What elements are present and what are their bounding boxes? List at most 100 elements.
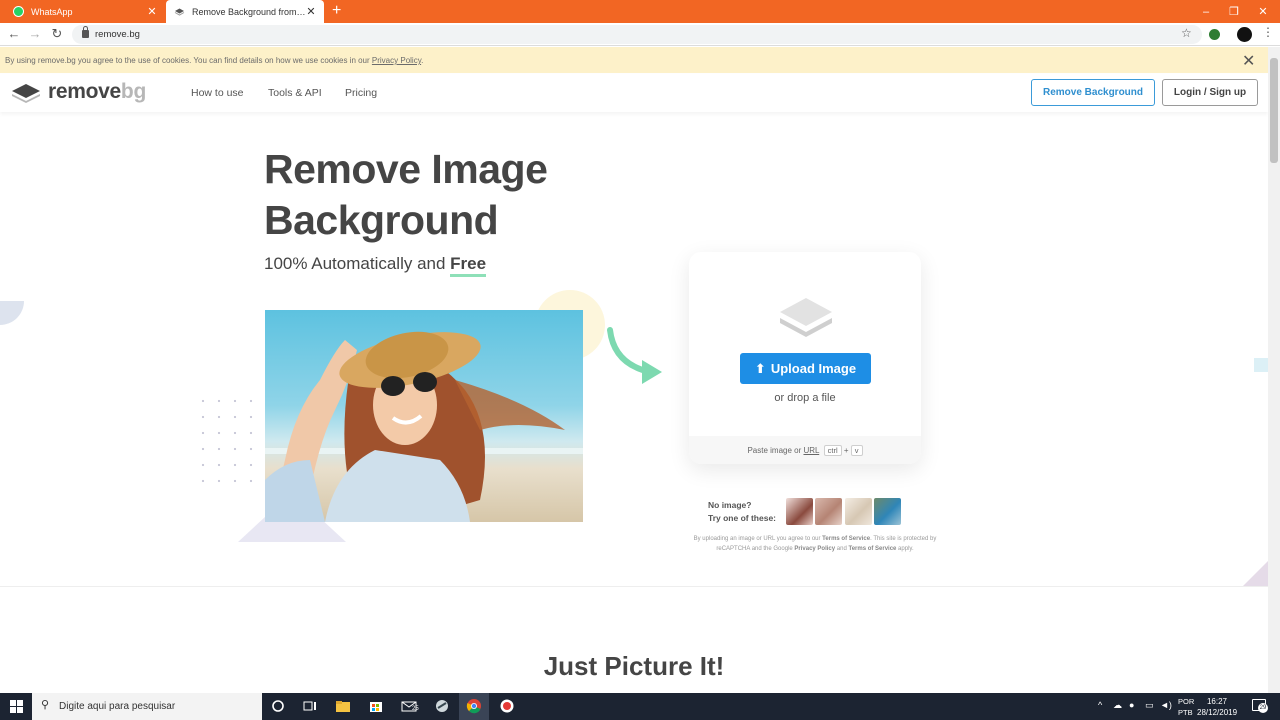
title-line-1: Remove Image (264, 146, 548, 192)
nav-tools-api[interactable]: Tools & API (268, 87, 322, 99)
minimize-button[interactable]: – (1191, 0, 1221, 23)
try-these-text: Try one of these: (708, 513, 777, 523)
legal-notice: By uploading an image or URL you agree t… (686, 535, 944, 554)
windows-taskbar: ⚲ Digite aqui para pesquisar 25 ^ ☁ ● ▭ … (0, 693, 1280, 720)
forward-arrow-icon[interactable]: → (26, 25, 44, 43)
extension-icon[interactable] (1209, 29, 1220, 40)
close-window-button[interactable]: ✕ (1248, 0, 1278, 23)
key-ctrl: ctrl (823, 445, 842, 456)
key-plus: + (843, 446, 849, 455)
nav-pricing[interactable]: Pricing (345, 87, 377, 99)
removebg-icon (174, 6, 185, 17)
profile-avatar[interactable] (1237, 27, 1252, 42)
paste-url-link[interactable]: URL (803, 446, 819, 455)
page-title: Remove Image Background (264, 144, 548, 246)
subtitle-emphasis: Free (450, 254, 487, 277)
layers-icon (780, 298, 832, 337)
section-divider (0, 586, 1268, 587)
back-arrow-icon[interactable]: ← (5, 25, 23, 43)
hero-example-photo (265, 310, 583, 522)
microphone-icon[interactable]: ● (1129, 700, 1134, 710)
legal-text: and (835, 545, 849, 552)
scrollbar-thumb[interactable] (1270, 58, 1278, 163)
bookmark-star-icon[interactable]: ☆ (1181, 26, 1192, 40)
logo-remove: remove (48, 80, 121, 103)
cortana-icon[interactable] (270, 698, 286, 714)
sample-thumbnail-2[interactable] (815, 498, 842, 525)
cookie-text: By using remove.bg you agree to the use … (5, 56, 423, 65)
decor-dots (195, 393, 260, 488)
notification-count: 29 (1258, 703, 1268, 713)
tab-title: WhatsApp (31, 6, 73, 17)
decor-shape (0, 301, 24, 325)
subtitle-text: 100% Automatically and (264, 254, 451, 273)
close-cookie-icon[interactable]: ✕ (1242, 51, 1255, 71)
search-icon: ⚲ (41, 699, 50, 711)
tray-chevron-icon[interactable]: ^ (1098, 700, 1102, 710)
record-icon[interactable] (499, 698, 515, 714)
clock-time: 16:27 (1206, 697, 1228, 706)
lock-icon (82, 26, 89, 38)
logo-bg: bg (120, 80, 146, 103)
windows-start-icon[interactable] (10, 700, 23, 713)
address-bar: ← → ↻ remove.bg (0, 23, 1280, 46)
maximize-button[interactable]: ❐ (1219, 0, 1249, 23)
upload-card[interactable]: ⬆ Upload Image or drop a file Paste imag… (689, 252, 921, 464)
site-navbar: removebg How to use Tools & API Pricing … (0, 74, 1268, 112)
removebg-logo-icon[interactable] (11, 83, 41, 103)
paste-hint: Paste image or URL ctrl + v (689, 445, 921, 456)
privacy-link[interactable]: Privacy Policy (794, 546, 835, 552)
remove-background-button[interactable]: Remove Background (1031, 79, 1155, 106)
tab-close-icon[interactable]: ✕ (147, 5, 157, 18)
menu-kebab-icon[interactable]: ⋮ (1262, 25, 1274, 39)
upload-image-button[interactable]: ⬆ Upload Image (740, 353, 871, 384)
language-indicator[interactable]: POR PTB (1178, 696, 1194, 718)
cookie-message: By using remove.bg you agree to the use … (5, 56, 372, 65)
search-placeholder: Digite aqui para pesquisar (59, 701, 176, 712)
woman-photo-illustration (265, 331, 583, 522)
tab-close-icon[interactable]: ✕ (306, 5, 316, 18)
no-image-text: No image? (708, 500, 752, 510)
sample-thumbnail-4[interactable] (874, 498, 901, 525)
clock-date: 28/12/2019 (1197, 708, 1238, 717)
mail-badge: 25 (412, 706, 419, 712)
hero-subtitle: 100% Automatically and Free (264, 254, 487, 277)
paste-text: Paste image or (747, 446, 804, 455)
new-tab-button[interactable]: + (332, 2, 341, 20)
onedrive-icon[interactable]: ☁ (1113, 700, 1122, 711)
reload-icon[interactable]: ↻ (48, 25, 66, 43)
app-icon[interactable] (434, 698, 450, 714)
key-v: v (850, 445, 863, 456)
arrow-icon (607, 327, 662, 384)
legal-text: apply. (896, 545, 914, 552)
legal-text: By uploading an image or URL you agree t… (693, 536, 823, 542)
login-signup-button[interactable]: Login / Sign up (1162, 79, 1258, 106)
drop-file-text: or drop a file (774, 392, 836, 404)
terms-link[interactable]: Terms of Service (822, 536, 870, 542)
network-icon[interactable]: ▭ (1145, 700, 1154, 711)
whatsapp-icon (13, 6, 24, 17)
nav-how-to-use[interactable]: How to use (191, 87, 244, 99)
chrome-icon[interactable] (466, 698, 482, 714)
system-clock[interactable]: 16:27 28/12/2019 (1197, 696, 1237, 718)
logo-wordmark[interactable]: removebg (48, 80, 146, 104)
task-view-icon[interactable] (302, 698, 318, 714)
decor-triangle (1243, 561, 1268, 586)
tab-removebg[interactable]: Remove Background from Image ✕ (166, 0, 324, 23)
browser-titlebar: WhatsApp ✕ Remove Background from Image … (0, 0, 1280, 23)
section-title: Just Picture It! (543, 651, 725, 681)
sample-thumbnail-3[interactable] (845, 498, 872, 525)
store-icon[interactable] (368, 698, 384, 714)
terms-link[interactable]: Terms of Service (848, 546, 896, 552)
sample-thumbnail-1[interactable] (786, 498, 813, 525)
cookie-banner: By using remove.bg you agree to the use … (0, 47, 1270, 73)
taskbar-search-box[interactable]: ⚲ Digite aqui para pesquisar (32, 693, 262, 720)
sample-images-label: No image? Try one of these: (708, 499, 776, 525)
tab-whatsapp[interactable]: WhatsApp ✕ (5, 0, 165, 23)
title-line-2: Background (264, 197, 499, 243)
privacy-policy-link[interactable]: Privacy Policy (372, 56, 421, 65)
url-field[interactable]: remove.bg (72, 25, 1202, 44)
file-explorer-icon[interactable] (335, 698, 351, 714)
volume-icon[interactable]: ◄) (1160, 700, 1172, 710)
cookie-end: . (421, 56, 424, 65)
